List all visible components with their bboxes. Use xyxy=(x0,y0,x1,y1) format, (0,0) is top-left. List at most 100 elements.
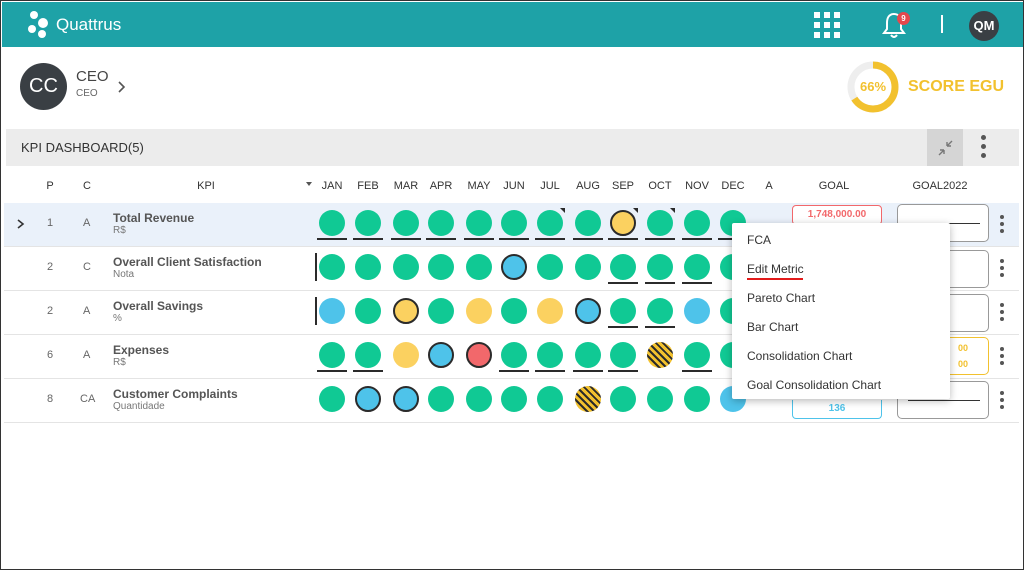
status-dot[interactable] xyxy=(575,210,601,236)
status-dot[interactable] xyxy=(610,386,636,412)
col-header-month[interactable]: AUG xyxy=(570,180,606,192)
apps-grid-icon[interactable] xyxy=(814,12,840,38)
status-underline xyxy=(645,326,675,328)
status-dot[interactable] xyxy=(393,210,419,236)
status-dot[interactable] xyxy=(537,210,563,236)
kpi-name[interactable]: Overall Savings xyxy=(113,299,203,313)
status-dot[interactable] xyxy=(575,386,601,412)
col-header-goal[interactable]: GOAL xyxy=(809,180,859,192)
status-dot[interactable] xyxy=(647,298,673,324)
status-dot[interactable] xyxy=(393,298,419,324)
status-dot[interactable] xyxy=(319,254,345,280)
status-dot[interactable] xyxy=(319,342,345,368)
status-dot[interactable] xyxy=(501,298,527,324)
status-dot[interactable] xyxy=(684,342,710,368)
status-dot[interactable] xyxy=(610,254,636,280)
status-dot[interactable] xyxy=(610,210,636,236)
status-dot[interactable] xyxy=(684,254,710,280)
status-dot[interactable] xyxy=(610,342,636,368)
status-dot[interactable] xyxy=(537,342,563,368)
row-more-button[interactable] xyxy=(999,391,1005,411)
menu-item-fca[interactable]: FCA xyxy=(747,233,771,247)
kpi-name[interactable]: Overall Client Satisfaction xyxy=(113,255,262,269)
status-dot[interactable] xyxy=(537,298,563,324)
status-dot[interactable] xyxy=(428,298,454,324)
col-header-a[interactable]: A xyxy=(761,180,777,192)
col-header-goal2022[interactable]: GOAL2022 xyxy=(906,180,974,192)
status-dot[interactable] xyxy=(428,342,454,368)
status-dot[interactable] xyxy=(684,210,710,236)
menu-item-consolidation-chart[interactable]: Consolidation Chart xyxy=(747,349,852,363)
status-dot[interactable] xyxy=(355,210,381,236)
status-dot[interactable] xyxy=(647,342,673,368)
chevron-right-icon[interactable] xyxy=(117,81,127,93)
status-dot[interactable] xyxy=(575,342,601,368)
status-dot[interactable] xyxy=(319,298,345,324)
col-header-month[interactable]: OCT xyxy=(642,180,678,192)
row-more-button[interactable] xyxy=(999,259,1005,279)
kpi-name[interactable]: Total Revenue xyxy=(113,211,194,225)
status-dot[interactable] xyxy=(501,386,527,412)
col-header-month[interactable]: JUN xyxy=(496,180,532,192)
status-dot[interactable] xyxy=(355,298,381,324)
status-dot[interactable] xyxy=(355,342,381,368)
menu-item-goal-consolidation-chart[interactable]: Goal Consolidation Chart xyxy=(747,378,881,392)
status-dot[interactable] xyxy=(501,210,527,236)
goal-value[interactable]: 1,748,000.00 xyxy=(792,205,882,225)
status-dot[interactable] xyxy=(684,298,710,324)
col-header-month[interactable]: NOV xyxy=(679,180,715,192)
col-header-month[interactable]: APR xyxy=(423,180,459,192)
col-header-month[interactable]: MAY xyxy=(461,180,497,192)
status-dot[interactable] xyxy=(501,254,527,280)
status-dot[interactable] xyxy=(647,210,673,236)
status-dot[interactable] xyxy=(537,386,563,412)
goal-value[interactable]: 136 xyxy=(792,400,882,419)
status-dot[interactable] xyxy=(575,254,601,280)
status-dot[interactable] xyxy=(319,386,345,412)
status-dot[interactable] xyxy=(428,386,454,412)
menu-item-edit-metric[interactable]: Edit Metric xyxy=(747,262,804,276)
status-dot[interactable] xyxy=(537,254,563,280)
status-dot[interactable] xyxy=(466,254,492,280)
col-header-month[interactable]: SEP xyxy=(605,180,641,192)
status-dot[interactable] xyxy=(575,298,601,324)
status-dot[interactable] xyxy=(647,386,673,412)
status-dot[interactable] xyxy=(393,254,419,280)
row-more-button[interactable] xyxy=(999,215,1005,235)
status-dot[interactable] xyxy=(466,210,492,236)
user-avatar[interactable]: QM xyxy=(969,11,999,41)
status-dot[interactable] xyxy=(355,254,381,280)
status-dot[interactable] xyxy=(355,386,381,412)
col-header-p[interactable]: P xyxy=(42,180,58,192)
col-header-month[interactable]: JAN xyxy=(314,180,350,192)
status-dot[interactable] xyxy=(647,254,673,280)
kpi-name[interactable]: Customer Complaints xyxy=(113,387,238,401)
collapse-button[interactable] xyxy=(927,129,963,166)
col-header-month[interactable]: JUL xyxy=(532,180,568,192)
dashboard-more-button[interactable] xyxy=(974,135,992,161)
col-header-month[interactable]: DEC xyxy=(715,180,751,192)
menu-item-bar-chart[interactable]: Bar Chart xyxy=(747,320,798,334)
status-dot[interactable] xyxy=(466,386,492,412)
status-dot[interactable] xyxy=(684,386,710,412)
status-dot[interactable] xyxy=(501,342,527,368)
status-dot[interactable] xyxy=(393,386,419,412)
chevron-right-icon[interactable] xyxy=(17,219,25,229)
status-dot[interactable] xyxy=(393,342,419,368)
status-underline xyxy=(317,370,347,372)
status-dot[interactable] xyxy=(319,210,345,236)
status-dot[interactable] xyxy=(466,298,492,324)
col-header-month[interactable]: FEB xyxy=(350,180,386,192)
row-more-button[interactable] xyxy=(999,347,1005,367)
kpi-name[interactable]: Expenses xyxy=(113,343,169,357)
sort-down-icon[interactable] xyxy=(306,182,312,186)
col-header-kpi[interactable]: KPI xyxy=(181,180,231,192)
menu-item-pareto-chart[interactable]: Pareto Chart xyxy=(747,291,815,305)
status-dot[interactable] xyxy=(428,210,454,236)
status-dot[interactable] xyxy=(610,298,636,324)
row-more-button[interactable] xyxy=(999,303,1005,323)
col-header-month[interactable]: MAR xyxy=(388,180,424,192)
status-dot[interactable] xyxy=(428,254,454,280)
col-header-c[interactable]: C xyxy=(79,180,95,192)
status-dot[interactable] xyxy=(466,342,492,368)
